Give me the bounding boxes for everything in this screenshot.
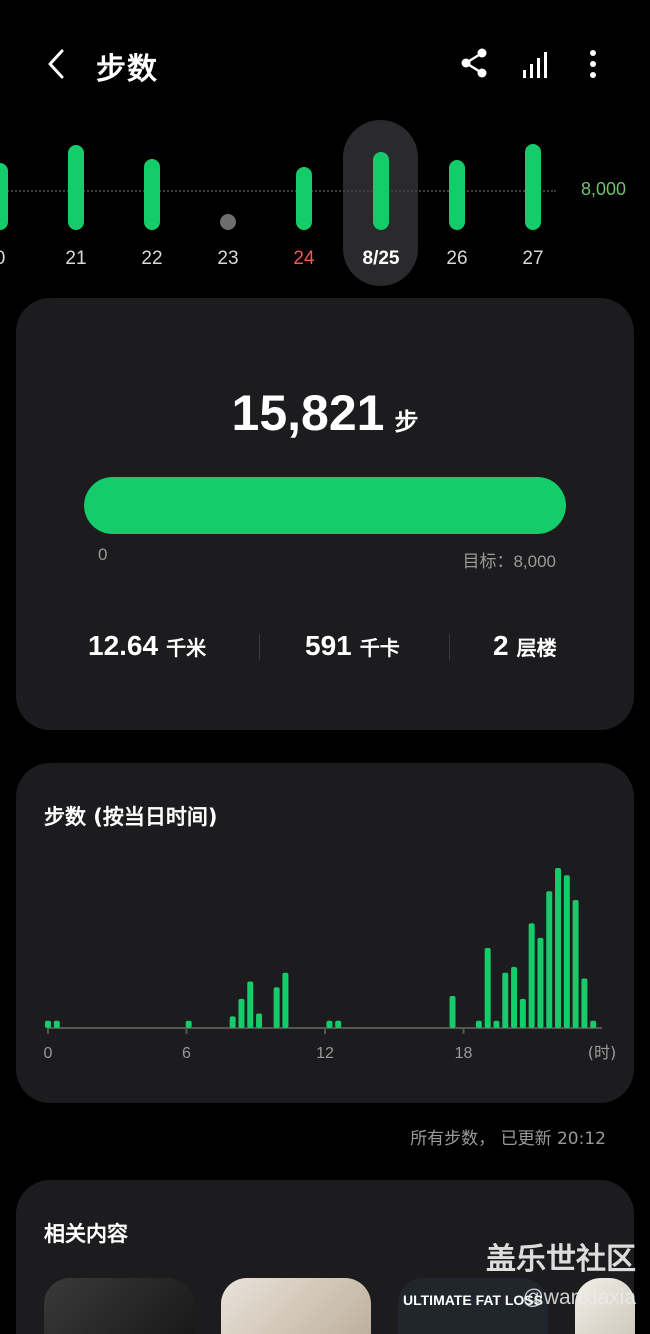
hourly-bar: [53, 1020, 60, 1028]
related-thumbnail[interactable]: [221, 1278, 371, 1334]
hourly-bar: [502, 972, 509, 1028]
hourly-bar: [326, 1020, 333, 1028]
day-label[interactable]: 26: [427, 248, 487, 270]
x-unit-label: (时): [588, 1043, 617, 1062]
hourly-bar: [493, 1020, 500, 1028]
page-title: 步数: [96, 52, 158, 87]
watermark-text: 盖乐世社区: [486, 1242, 636, 1277]
hourly-bar: [555, 868, 562, 1028]
goal-progress-bar: [84, 477, 566, 534]
day-strip[interactable]: 8,000 0 21 22 23 24 8/25 26 27: [0, 118, 650, 293]
hourly-bar: [537, 937, 544, 1028]
goal-text: 目标：8,000: [462, 552, 556, 571]
day-label[interactable]: 8/25: [351, 248, 411, 270]
hourly-bar: [45, 1020, 51, 1028]
hourly-bar: [563, 875, 570, 1028]
back-button[interactable]: [40, 44, 76, 84]
hourly-bar: [519, 998, 526, 1028]
last-updated-text: 所有步数， 已更新 20:12: [410, 1129, 606, 1149]
day-label[interactable]: 24: [274, 248, 334, 270]
calories-value: 591: [305, 630, 352, 661]
share-button[interactable]: [456, 44, 492, 84]
floors-unit: 层楼: [516, 638, 557, 660]
more-vertical-icon: [590, 50, 596, 78]
hourly-bar: [247, 981, 254, 1028]
chart-button[interactable]: [518, 44, 554, 84]
hourly-bar: [273, 987, 280, 1028]
hourly-steps-card[interactable]: 步数 (按当日时间) 0 6 12 18 (时): [16, 763, 634, 1103]
day-label[interactable]: 22: [122, 248, 182, 270]
goal-progress-fill: [84, 477, 566, 534]
hourly-bar: [185, 1020, 192, 1028]
watermark-handle: @wanxiaxia: [522, 1286, 636, 1309]
x-tick-label: 18: [455, 1045, 473, 1062]
summary-card: 15,821 步 0 目标：8,000 12.64 千米 591 千卡 2 层楼: [16, 298, 634, 730]
hourly-bar: [256, 1013, 263, 1028]
hourly-bar: [484, 948, 491, 1028]
day-label[interactable]: 0: [0, 248, 30, 270]
calories-unit: 千卡: [359, 638, 400, 660]
more-button[interactable]: [576, 44, 612, 84]
share-icon: [461, 48, 487, 78]
goal-label: 8,000: [581, 179, 627, 199]
hourly-bar: [282, 972, 289, 1028]
x-tick-label: 0: [44, 1045, 53, 1062]
hourly-bar: [449, 996, 456, 1028]
steps-unit: 步: [394, 409, 419, 436]
related-title: 相关内容: [44, 1222, 128, 1246]
x-tick-label: 12: [316, 1045, 334, 1062]
distance-value: 12.64: [88, 630, 159, 661]
hourly-bar: [546, 891, 553, 1028]
hourly-bar: [229, 1016, 236, 1028]
hourly-bar: [511, 966, 518, 1028]
chevron-left-icon: [48, 49, 64, 79]
related-thumbnail[interactable]: [44, 1278, 194, 1334]
app-header: 步数: [0, 0, 650, 120]
calories-stat: 591 千卡: [305, 630, 400, 662]
hourly-bar: [581, 978, 588, 1028]
stat-divider: [449, 634, 450, 660]
hourly-bar: [335, 1020, 342, 1028]
day-bar-27[interactable]: [525, 144, 541, 230]
day-bar-26[interactable]: [449, 160, 465, 230]
day-bar-0[interactable]: [0, 163, 8, 230]
hourly-bar: [590, 1020, 597, 1028]
day-bar-22[interactable]: [144, 159, 160, 230]
x-tick-label: 6: [182, 1045, 191, 1062]
hourly-steps-chart: 0 6 12 18 (时): [44, 868, 617, 1062]
floors-stat: 2 层楼: [493, 630, 557, 662]
stat-divider: [259, 634, 260, 660]
day-label[interactable]: 21: [46, 248, 106, 270]
progress-min-label: 0: [98, 545, 108, 564]
steps-number: 15,821: [231, 385, 385, 441]
day-bar-8-25[interactable]: [373, 152, 389, 230]
day-bar-24[interactable]: [296, 167, 312, 230]
day-label[interactable]: 27: [503, 248, 563, 270]
hourly-bar: [475, 1020, 482, 1028]
hourly-bar: [238, 998, 245, 1028]
signal-bars-icon: [523, 52, 547, 78]
day-bar-21[interactable]: [68, 145, 84, 230]
day-dot-23[interactable]: [220, 214, 236, 230]
hourly-bar: [572, 900, 579, 1028]
distance-unit: 千米: [166, 638, 207, 660]
floors-value: 2: [493, 630, 509, 661]
steps-total: 15,821 步: [16, 384, 634, 442]
hourly-bar: [528, 923, 535, 1028]
distance-stat: 12.64 千米: [88, 630, 206, 662]
day-label[interactable]: 23: [198, 248, 258, 270]
